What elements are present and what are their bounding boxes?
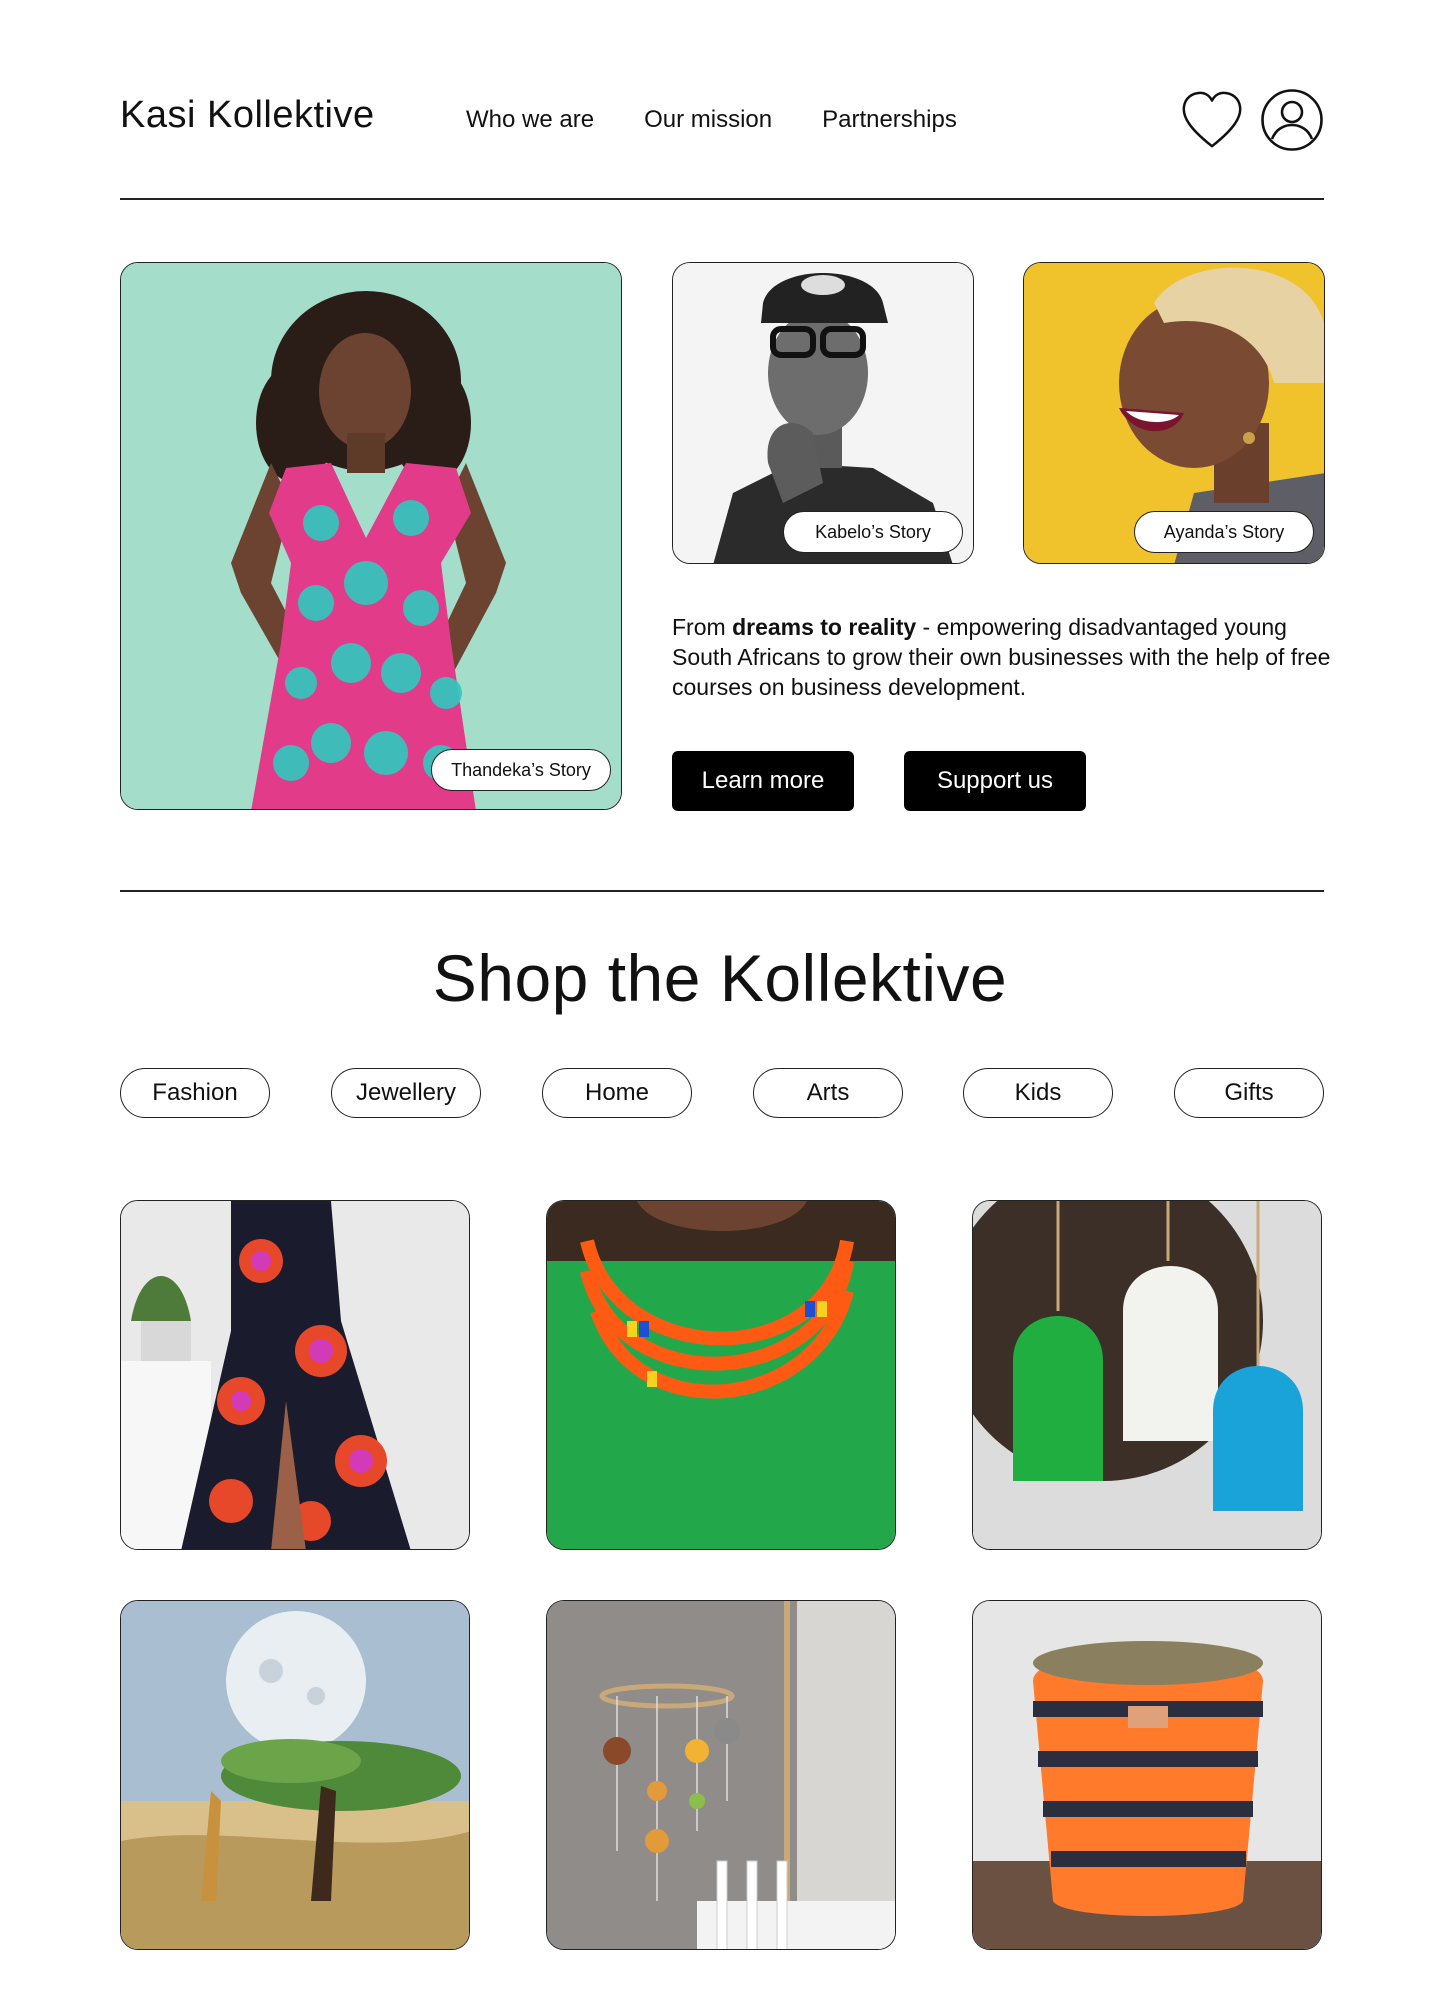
printed-maxi-dress-photo <box>121 1201 469 1549</box>
user-account-icon[interactable] <box>1260 88 1324 152</box>
section-divider <box>120 890 1324 892</box>
category-chip-jewellery[interactable]: Jewellery <box>331 1068 481 1118</box>
nav-our-mission[interactable]: Our mission <box>644 106 772 134</box>
story-photo-thandeka[interactable]: Thandeka’s Story <box>120 262 622 810</box>
product-tile-lamps[interactable] <box>972 1200 1322 1550</box>
woven-pendant-lamps-photo <box>973 1201 1321 1549</box>
nav-partnerships[interactable]: Partnerships <box>822 106 957 134</box>
category-chip-gifts[interactable]: Gifts <box>1174 1068 1324 1118</box>
story-photo-kabelo[interactable]: Kabelo’s Story <box>672 262 974 564</box>
nav-who-we-are[interactable]: Who we are <box>466 106 594 134</box>
brand-logo[interactable]: Kasi Kollektive <box>120 94 375 137</box>
product-tile-painting[interactable] <box>120 1600 470 1950</box>
header-divider <box>120 198 1324 200</box>
felt-animal-mobile-photo <box>547 1601 895 1949</box>
hero-text-prefix: From <box>672 614 733 640</box>
hero-text-emphasis: dreams to reality <box>732 614 917 640</box>
support-us-button[interactable]: Support us <box>904 751 1086 811</box>
category-chip-arts[interactable]: Arts <box>753 1068 903 1118</box>
story-photo-ayanda[interactable]: Ayanda’s Story <box>1023 262 1325 564</box>
category-chip-fashion[interactable]: Fashion <box>120 1068 270 1118</box>
story-button-kabelo[interactable]: Kabelo’s Story <box>783 511 963 553</box>
thandeka-portrait-image <box>121 263 621 809</box>
story-button-thandeka[interactable]: Thandeka’s Story <box>431 749 611 791</box>
shop-title: Shop the Kollektive <box>432 941 1008 1015</box>
product-tile-mobile[interactable] <box>546 1600 896 1950</box>
woven-basket-photo <box>973 1601 1321 1949</box>
heart-icon[interactable] <box>1180 88 1244 152</box>
header-actions <box>1180 88 1324 152</box>
learn-more-button[interactable]: Learn more <box>672 751 854 811</box>
acacia-giraffe-painting-photo <box>121 1601 469 1949</box>
product-tile-necklace[interactable] <box>546 1200 896 1550</box>
main-nav: Who we are Our mission Partnerships <box>466 106 957 134</box>
story-button-ayanda[interactable]: Ayanda’s Story <box>1134 511 1314 553</box>
category-chip-kids[interactable]: Kids <box>963 1068 1113 1118</box>
product-tile-dress[interactable] <box>120 1200 470 1550</box>
product-tile-basket[interactable] <box>972 1600 1322 1950</box>
beaded-necklace-photo <box>547 1201 895 1549</box>
category-chip-home[interactable]: Home <box>542 1068 692 1118</box>
hero-description: From dreams to reality - empowering disa… <box>672 612 1332 702</box>
site-header: Kasi Kollektive Who we are Our mission P… <box>120 80 1324 160</box>
